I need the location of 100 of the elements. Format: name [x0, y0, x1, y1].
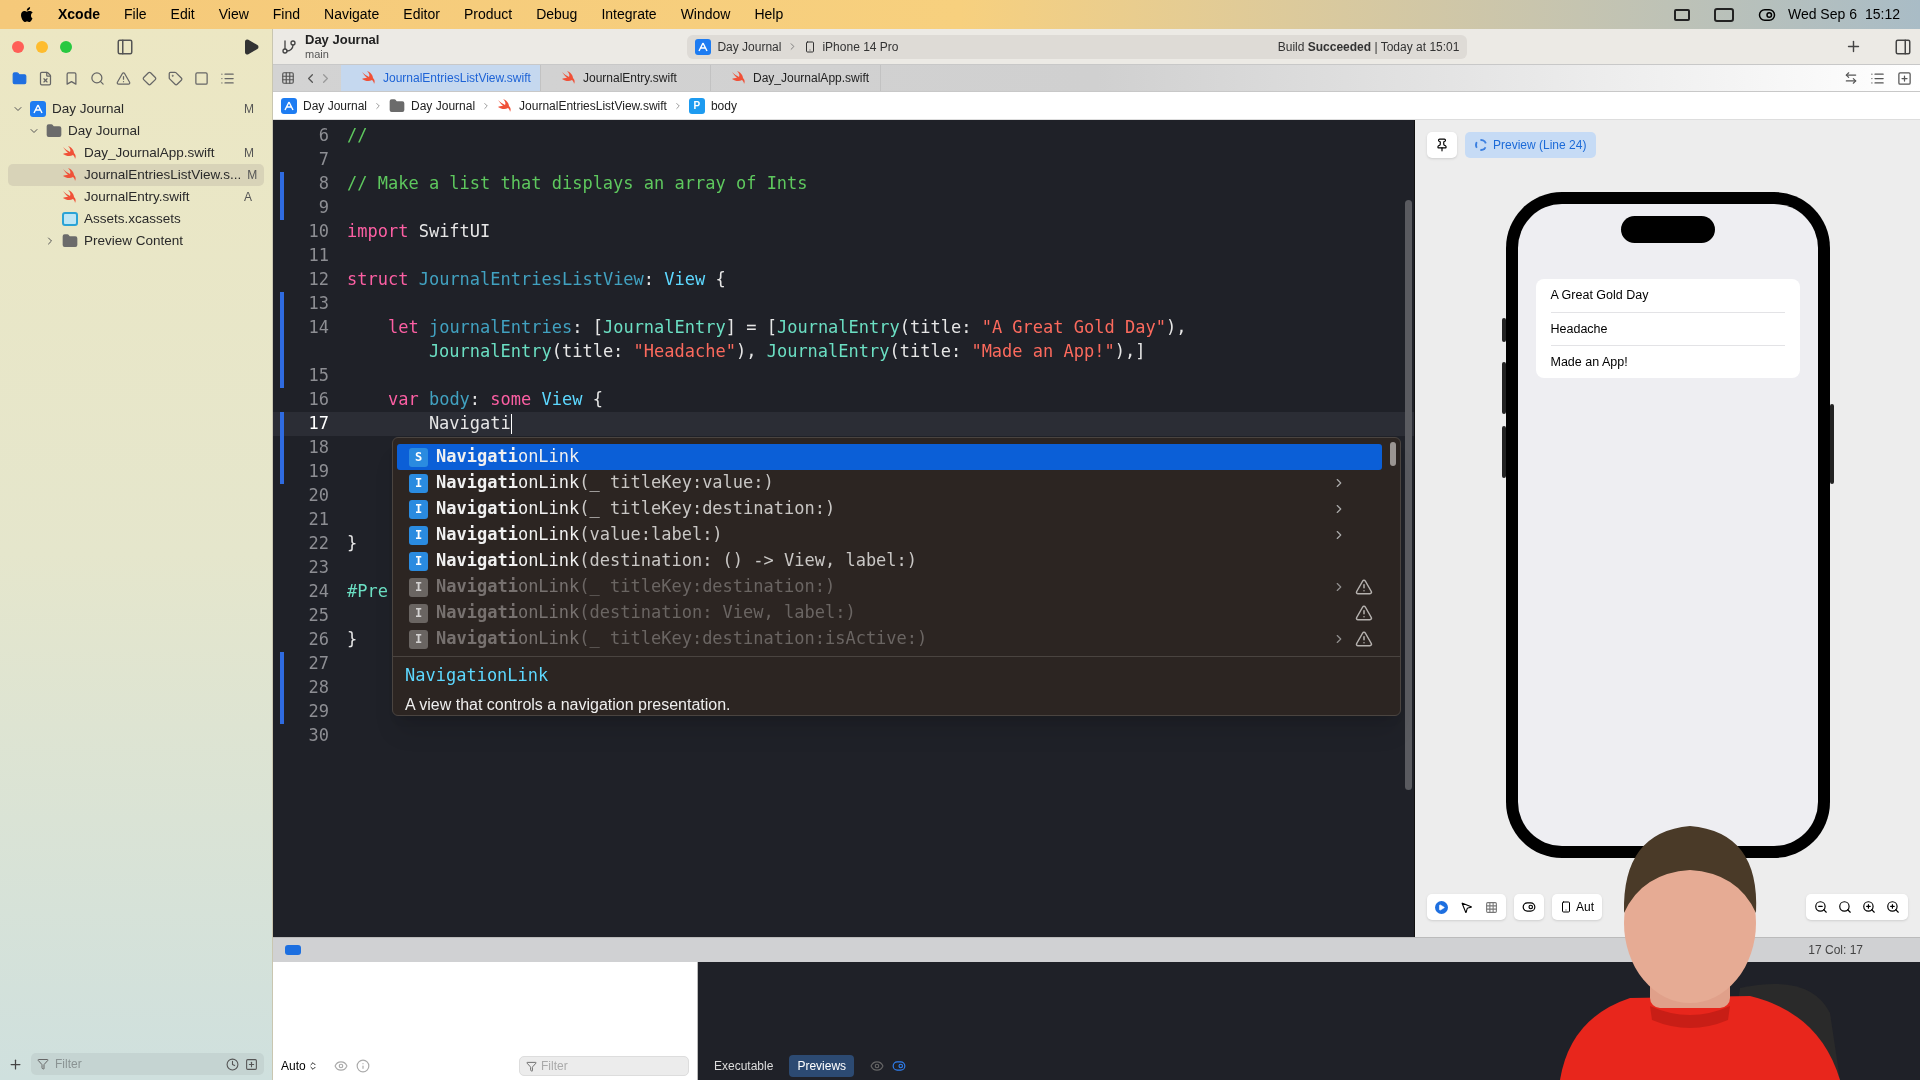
folder-icon: [46, 123, 62, 139]
line-number: 10: [308, 221, 329, 242]
navigator-item[interactable]: Preview Content: [8, 230, 264, 252]
completion-item[interactable]: I NavigationLink(destination: () -> View, label:): [397, 548, 1382, 574]
code-line: import SwiftUI: [347, 220, 491, 244]
filter-bar[interactable]: Filter: [31, 1053, 264, 1075]
filter-bar[interactable]: Filter: [519, 1056, 689, 1076]
pin-button[interactable]: [1427, 132, 1457, 158]
app-icon: [695, 38, 712, 55]
list-row[interactable]: Made an App!: [1550, 352, 1628, 372]
editor-options-icon[interactable]: [1870, 70, 1885, 86]
swift-file-icon: [731, 71, 747, 85]
console-tab[interactable]: Executable: [706, 1055, 782, 1077]
list-row[interactable]: Headache: [1550, 319, 1608, 339]
menu-item[interactable]: File: [124, 4, 147, 25]
changed-files-icon[interactable]: [245, 1057, 258, 1071]
tag-icon[interactable]: [168, 70, 183, 86]
zoom-to-fit-icon[interactable]: [1862, 900, 1876, 914]
completion-item[interactable]: S NavigationLink: [397, 444, 1382, 470]
inspector-toggle-icon[interactable]: [1894, 37, 1912, 56]
app-menu[interactable]: Xcode: [58, 4, 100, 25]
zoom-in-icon[interactable]: [1886, 900, 1900, 914]
scrollbar[interactable]: [1390, 442, 1396, 466]
swap-icon[interactable]: [1844, 71, 1858, 85]
list-row[interactable]: A Great Gold Day: [1550, 286, 1649, 305]
completion-text: NavigationLink(destination: View, label:): [436, 601, 857, 625]
editor-tab[interactable]: JournalEntriesListView.swift: [341, 65, 541, 91]
filter-icon[interactable]: [526, 1060, 537, 1072]
camera-icon[interactable]: [1713, 7, 1734, 22]
output-mode-picker[interactable]: Auto: [281, 1057, 318, 1075]
project-navigator-icon[interactable]: [12, 70, 27, 86]
scrollbar[interactable]: [1405, 200, 1412, 790]
navigator-item[interactable]: Day Journal: [8, 120, 264, 142]
source-control-icon[interactable]: [38, 70, 53, 86]
menu-item[interactable]: Editor: [403, 4, 440, 25]
code-line: Navigati: [427, 412, 513, 437]
add-icon[interactable]: [8, 1056, 23, 1072]
navigator-item[interactable]: Assets.xcassets: [8, 208, 264, 230]
editor-tab[interactable]: JournalEntry.swift: [541, 65, 711, 91]
completion-item[interactable]: I NavigationLink(_ titleKey:value:): [397, 470, 1382, 496]
navigator-item[interactable]: Day Journal M: [8, 98, 264, 120]
editor-tab[interactable]: Day_JournalApp.swift: [711, 65, 881, 91]
line-number: 19: [308, 461, 329, 482]
add-icon[interactable]: [1845, 38, 1862, 55]
bookmark-icon[interactable]: [64, 70, 79, 86]
add-editor-icon[interactable]: [1897, 70, 1912, 86]
menu-item[interactable]: Window: [680, 4, 731, 25]
live-mode-icon[interactable]: [1435, 900, 1448, 914]
navigator-item[interactable]: JournalEntriesListView.s... M: [8, 164, 264, 186]
navigator-item[interactable]: Day_JournalApp.swift M: [8, 142, 264, 164]
code-line: // Make a list that displays an array of Ints: [347, 172, 808, 196]
menu-item[interactable]: Navigate: [324, 4, 380, 25]
breadcrumb-item[interactable]: body: [710, 96, 737, 115]
navigator-item[interactable]: JournalEntry.swift A: [8, 186, 264, 208]
warning-icon[interactable]: [116, 70, 131, 86]
select-mode-icon[interactable]: [1460, 900, 1473, 914]
filter-icon[interactable]: [37, 1058, 49, 1070]
run-destination[interactable]: iPhone 14 Pro: [822, 37, 899, 56]
menu-bar-time[interactable]: 15:12: [1864, 4, 1900, 25]
symbol-kind-badge: I: [409, 473, 428, 493]
actual-size-icon[interactable]: [1838, 900, 1852, 914]
completion-item[interactable]: I NavigationLink(value:label:): [397, 522, 1382, 548]
diamond-icon[interactable]: [142, 70, 157, 86]
menu-item[interactable]: Integrate: [601, 4, 657, 25]
device-button[interactable]: Aut: [1552, 894, 1602, 920]
eye-icon[interactable]: [870, 1059, 885, 1073]
menu-item[interactable]: View: [218, 4, 249, 25]
sidebar-toggle-icon[interactable]: [116, 37, 134, 56]
breakpoint-icon[interactable]: [194, 70, 209, 86]
file-name: Assets.xcassets: [84, 209, 182, 228]
filter-field[interactable]: Filter: [541, 1057, 682, 1075]
breadcrumb-item[interactable]: Day Journal: [411, 96, 476, 115]
device-settings-button[interactable]: [1514, 894, 1544, 920]
menu-item[interactable]: Help: [754, 4, 784, 25]
menu-item[interactable]: Edit: [170, 4, 195, 25]
recent-files-icon[interactable]: [226, 1057, 239, 1071]
branch-name: main: [305, 47, 330, 62]
menu-item[interactable]: Debug: [536, 4, 578, 25]
completion-item[interactable]: I NavigationLink(_ titleKey:destination:): [397, 496, 1382, 522]
menu-item[interactable]: Find: [272, 4, 301, 25]
toggle-icon[interactable]: [892, 1059, 907, 1073]
apple-logo-icon[interactable]: [20, 6, 34, 23]
search-icon[interactable]: [90, 70, 105, 86]
breakpoints-toggle-icon[interactable]: [285, 945, 301, 955]
variants-icon[interactable]: [1485, 900, 1498, 914]
report-icon[interactable]: [220, 70, 235, 86]
display-icon[interactable]: [1673, 8, 1690, 21]
breadcrumb-item[interactable]: Day Journal: [303, 96, 368, 115]
zoom-out-icon[interactable]: [1814, 900, 1828, 914]
scheme-selector[interactable]: Day Journal: [717, 37, 782, 56]
preview-button[interactable]: Preview (Line 24): [1465, 132, 1597, 158]
filter-field[interactable]: Filter: [55, 1055, 220, 1073]
run-icon[interactable]: [242, 37, 260, 56]
grid-icon[interactable]: [281, 71, 295, 85]
code-line: struct JournalEntriesListView: View {: [347, 268, 726, 292]
console-tab[interactable]: Previews: [789, 1055, 855, 1077]
menu-item[interactable]: Product: [463, 4, 513, 25]
menu-bar-date[interactable]: Wed Sep 6: [1787, 4, 1857, 25]
breadcrumb-item[interactable]: JournalEntriesListView.swift: [519, 96, 667, 115]
close-window-button[interactable]: [12, 40, 24, 53]
